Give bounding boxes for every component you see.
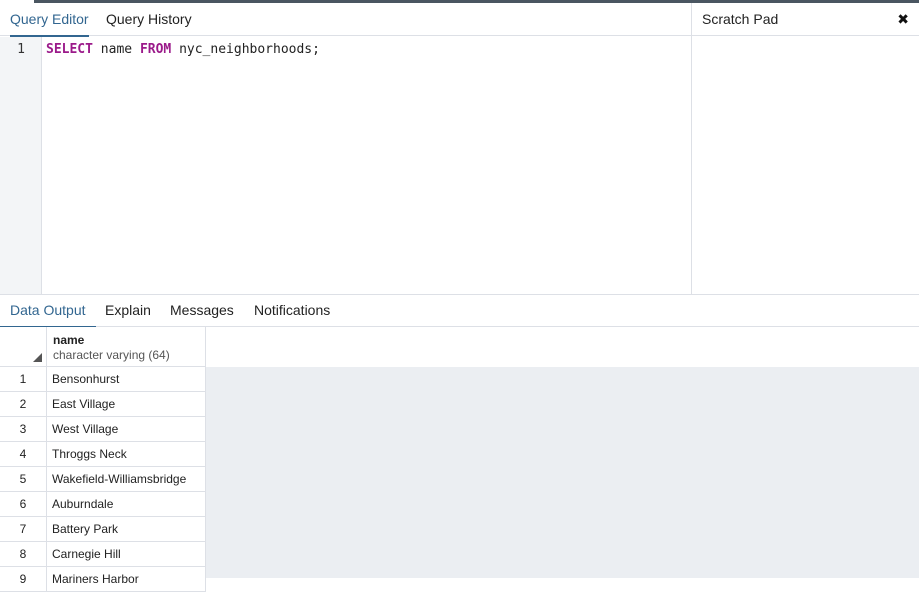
tab-query-history[interactable]: Query History: [106, 3, 192, 36]
sql-keyword: SELECT: [46, 42, 93, 57]
scratch-pad-title: Scratch Pad: [702, 11, 779, 27]
line-number: 1: [17, 42, 25, 57]
tab-data-output[interactable]: Data Output: [0, 295, 95, 328]
row-number[interactable]: 6: [0, 492, 47, 516]
table-row[interactable]: 1 Bensonhurst: [0, 367, 206, 392]
table-row[interactable]: 5 Wakefield-Williamsbridge: [0, 467, 206, 492]
table-cell[interactable]: East Village: [47, 392, 206, 416]
close-icon[interactable]: ✖: [897, 3, 909, 36]
editor-tab-bar: Query Editor Query History: [0, 3, 692, 37]
select-all-corner[interactable]: [0, 327, 47, 367]
corner-triangle-icon: [33, 353, 42, 362]
table-cell[interactable]: Throggs Neck: [47, 442, 206, 466]
sql-keyword: FROM: [139, 42, 172, 57]
row-number[interactable]: 7: [0, 517, 47, 541]
table-cell[interactable]: Battery Park: [47, 517, 206, 541]
table-cell[interactable]: Mariners Harbor: [47, 567, 206, 591]
table-row[interactable]: 6 Auburndale: [0, 492, 206, 517]
result-rows: 1 Bensonhurst 2 East Village 3 West Village…: [0, 367, 206, 592]
output-tab-bar: Data Output Explain Messages Notificatio…: [0, 295, 919, 328]
table-cell[interactable]: Carnegie Hill: [47, 542, 206, 566]
row-number[interactable]: 5: [0, 467, 47, 491]
row-number[interactable]: 9: [0, 567, 47, 591]
table-row[interactable]: 2 East Village: [0, 392, 206, 417]
line-number-gutter: 1: [0, 37, 42, 295]
row-number[interactable]: 3: [0, 417, 47, 441]
table-cell[interactable]: Wakefield-Williamsbridge: [47, 467, 206, 491]
table-cell[interactable]: Auburndale: [47, 492, 206, 516]
sql-text: nyc_neighborhoods;: [171, 42, 320, 57]
row-number[interactable]: 8: [0, 542, 47, 566]
table-row[interactable]: 3 West Village: [0, 417, 206, 442]
sql-text: name: [92, 42, 140, 57]
tab-notifications[interactable]: Notifications: [254, 295, 330, 327]
table-row[interactable]: 9 Mariners Harbor: [0, 567, 206, 592]
grid-empty-area: [206, 367, 919, 578]
tab-query-editor[interactable]: Query Editor: [10, 3, 89, 37]
tab-messages[interactable]: Messages: [170, 295, 234, 327]
column-header-name[interactable]: name character varying (64): [47, 327, 206, 367]
scratch-pad-header: Scratch Pad ✖: [692, 3, 919, 36]
table-cell[interactable]: Bensonhurst: [47, 367, 206, 391]
table-row[interactable]: 8 Carnegie Hill: [0, 542, 206, 567]
scratch-pad-panel[interactable]: Scratch Pad ✖: [691, 3, 919, 295]
row-number[interactable]: 4: [0, 442, 47, 466]
column-name: name: [53, 333, 85, 347]
row-number[interactable]: 1: [0, 367, 47, 391]
table-row[interactable]: 7 Battery Park: [0, 517, 206, 542]
sql-editor[interactable]: SELECT name FROM nyc_neighborhoods;: [46, 42, 320, 57]
row-number[interactable]: 2: [0, 392, 47, 416]
table-row[interactable]: 4 Throggs Neck: [0, 442, 206, 467]
tab-explain[interactable]: Explain: [105, 295, 151, 327]
column-type: character varying (64): [53, 348, 170, 362]
table-cell[interactable]: West Village: [47, 417, 206, 441]
